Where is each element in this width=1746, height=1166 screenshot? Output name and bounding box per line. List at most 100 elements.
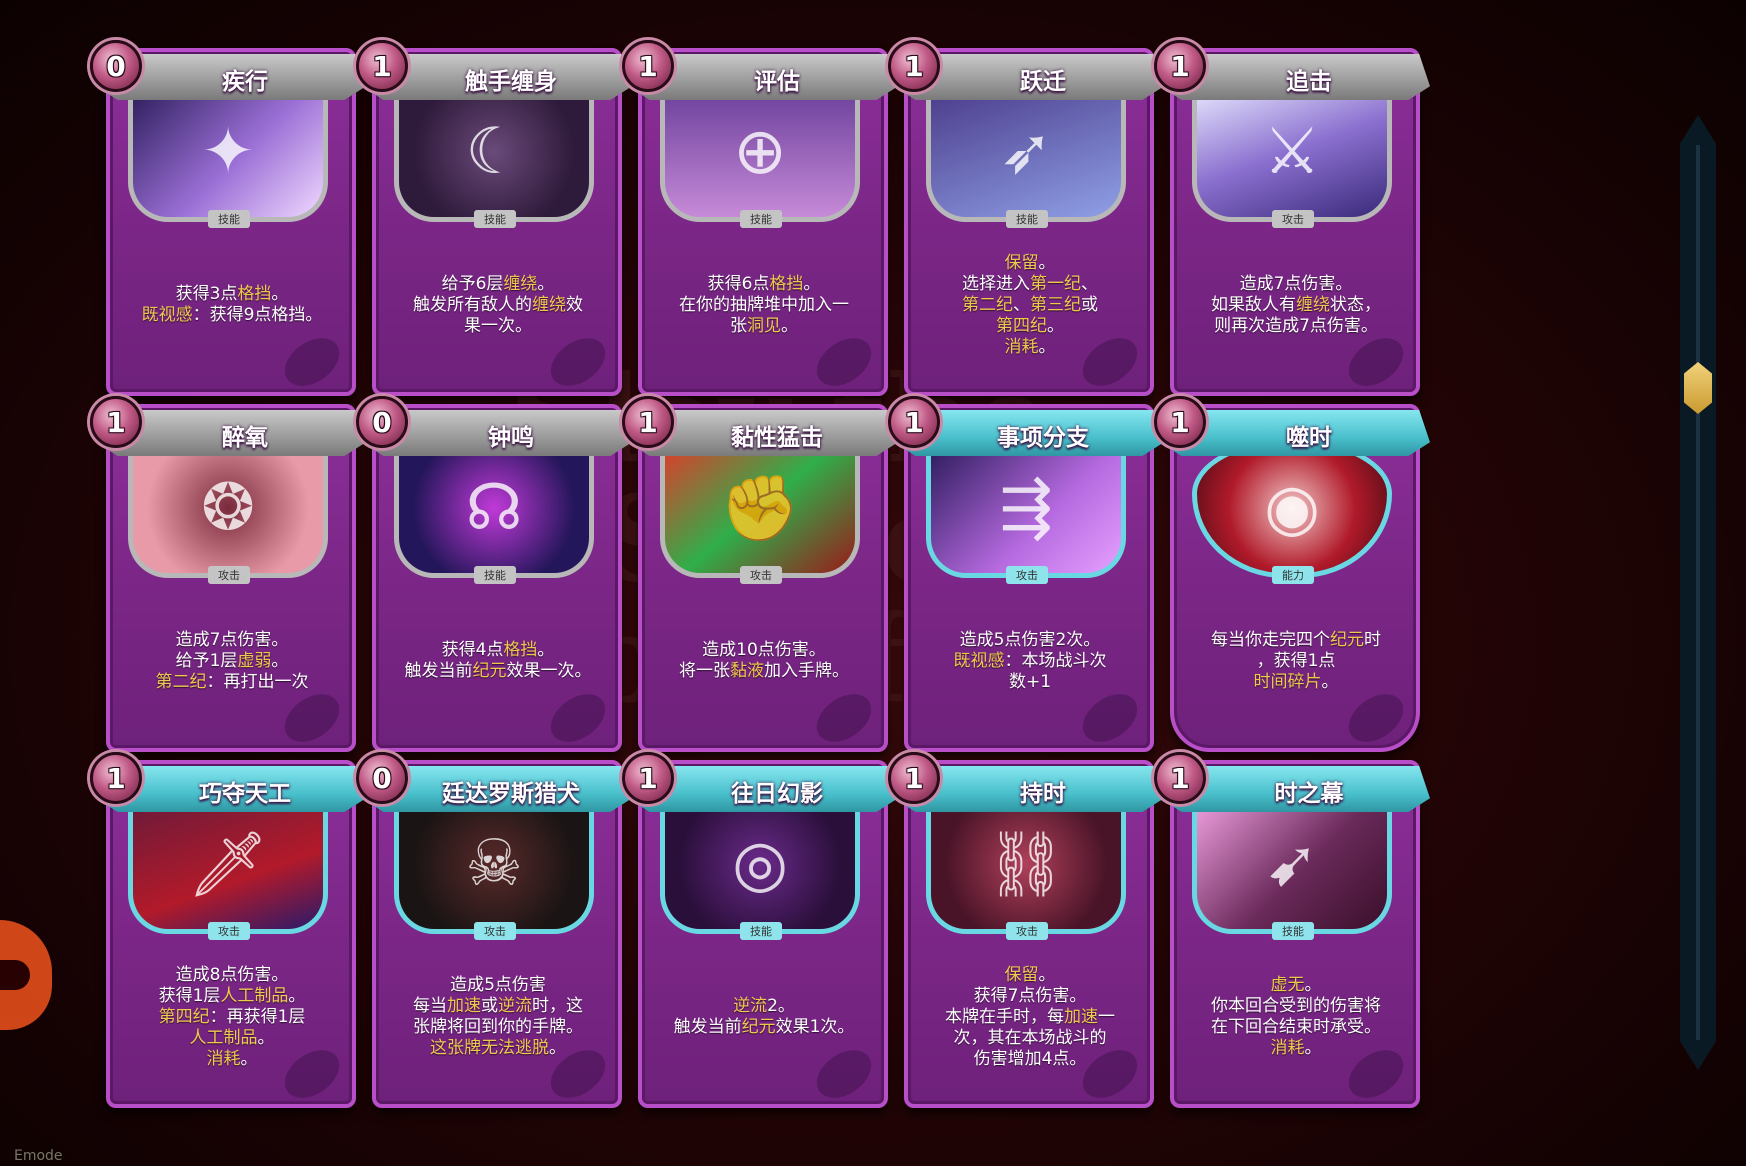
energy-cost-value: 1: [904, 49, 924, 83]
keyword-text: 消耗: [206, 1048, 241, 1069]
description-line: 造成5点伤害: [450, 975, 546, 996]
description-line: 虚无。: [1271, 975, 1322, 996]
description-line: 在你的抽牌堆中加入一: [679, 295, 849, 316]
description-line: 则再次造成7点伤害。: [1214, 316, 1378, 337]
card-art: ✊: [660, 438, 860, 578]
energy-cost-value: 1: [904, 761, 924, 795]
description-line: 获得7点伤害。: [974, 986, 1087, 1007]
card[interactable]: ❂ 醉氧 1 攻击 造成7点伤害。 给予1层虚弱。 第二纪：再打出一次: [90, 396, 366, 756]
energy-cost-orb: 1: [1154, 752, 1206, 804]
description-text: 、: [1013, 294, 1030, 315]
energy-cost-orb: 0: [356, 752, 408, 804]
card-art-leap-icon: ➶: [999, 115, 1053, 189]
description-text: 加入手牌。: [764, 661, 849, 681]
scrollbar-track[interactable]: [1680, 115, 1716, 1070]
description-text: 。: [1038, 336, 1056, 357]
description-text: 造成8点伤害。: [175, 964, 289, 985]
description-line: 给予1层虚弱。: [176, 651, 289, 672]
description-text: 。: [1304, 975, 1322, 995]
card[interactable]: ⇶ 事项分支 1 攻击 造成5点伤害2次。 既视感：本场战斗次 数+1: [888, 396, 1164, 756]
card-description: 获得6点格挡。 在你的抽牌堆中加入一 张洞见。: [644, 240, 884, 370]
description-text: ：再打出一次: [206, 671, 309, 692]
description-text: 。: [1047, 315, 1064, 336]
description-text: 获得7点伤害。: [973, 985, 1087, 1006]
card[interactable]: ⊕ 评估 1 技能 获得6点格挡。 在你的抽牌堆中加入一 张洞见。: [622, 40, 898, 400]
energy-cost-value: 1: [1170, 405, 1190, 439]
background-flame-decoration: [0, 920, 52, 1030]
description-text: 。: [537, 640, 555, 660]
card[interactable]: 🗡 巧夺天工 1 攻击 造成8点伤害。 获得1层人工制品。 第四纪：再获得1层 人工制品。 消耗…: [90, 752, 366, 1112]
description-line: 你本回合受到的伤害将: [1211, 996, 1381, 1017]
card-type-tag: 攻击: [740, 566, 782, 584]
description-text: 。: [257, 1027, 275, 1048]
description-text: 造成5点伤害: [450, 975, 546, 995]
description-text: 一: [1098, 1006, 1115, 1027]
card-name: 往日幻影: [731, 781, 823, 807]
card-name: 噬时: [1286, 425, 1332, 451]
card-description: 造成7点伤害。 如果敌人有缠绕状态， 则再次造成7点伤害。: [1176, 240, 1416, 370]
card-type-tag: 攻击: [1272, 210, 1314, 228]
card-type-tag: 技能: [474, 566, 516, 584]
description-text: 。: [1038, 252, 1056, 273]
description-line: 第四纪。: [996, 316, 1064, 337]
card-description: 每当你走完四个纪元时 ，获得1点 时间碎片。: [1176, 596, 1416, 726]
keyword-text: 第四纪: [996, 315, 1047, 336]
description-text: 获得6点: [707, 273, 770, 294]
description-text: 。: [537, 273, 555, 294]
card-art-chase-icon: ⚔: [1263, 115, 1321, 189]
keyword-text: 虚无: [1270, 975, 1305, 995]
description-text: 次，其在本场战斗的: [953, 1027, 1107, 1048]
description-line: 每当加速或逆流时，这: [413, 996, 583, 1017]
card[interactable]: ✊ 黏性猛击 1 攻击 造成10点伤害。 将一张黏液加入手牌。: [622, 396, 898, 756]
description-text: 效: [566, 294, 583, 315]
card-art: ◉: [1192, 438, 1392, 578]
card[interactable]: ✦ 疾行 0 技能 获得3点格挡。 既视感：获得9点格挡。: [90, 40, 366, 400]
card[interactable]: ◎ 往日幻影 1 技能 逆流2。 触发当前纪元效果1次。: [622, 752, 898, 1112]
description-line: 触发当前纪元效果1次。: [674, 1017, 855, 1038]
description-text: 如果敌人有: [1211, 294, 1296, 315]
keyword-text: 第三纪: [1030, 294, 1081, 315]
card[interactable]: ➹ 时之幕 1 技能 虚无。 你本回合受到的伤害将 在下回合结束时承受。 消耗。: [1154, 752, 1430, 1112]
description-line: 既视感：本场战斗次: [954, 651, 1107, 672]
description-line: 第二纪、第三纪或: [962, 295, 1098, 316]
energy-cost-orb: 1: [888, 40, 940, 92]
card[interactable]: ☊ 钟鸣 0 技能 获得4点格挡。 触发当前纪元效果一次。: [356, 396, 632, 756]
card[interactable]: ➶ 跃迁 1 技能 保留。 选择进入第一纪、 第二纪、第三纪或 第四纪。 消耗。: [888, 40, 1164, 400]
description-line: 第四纪：再获得1层: [159, 1007, 306, 1028]
card-type-tag: 技能: [740, 210, 782, 228]
description-text: 。: [271, 650, 289, 671]
keyword-text: 加速: [447, 996, 481, 1016]
energy-cost-orb: 1: [1154, 396, 1206, 448]
description-line: 获得3点格挡。: [176, 284, 289, 305]
energy-cost-orb: 1: [888, 396, 940, 448]
card-art: ➶: [926, 82, 1126, 222]
energy-cost-value: 1: [106, 761, 126, 795]
description-text: 造成7点伤害。: [175, 629, 289, 650]
card-type-tag: 能力: [1272, 566, 1314, 584]
description-text: 获得1层: [158, 985, 221, 1006]
card-art: ⇶: [926, 438, 1126, 578]
card[interactable]: ⛓ 持时 1 攻击 保留。 获得7点伤害。 本牌在手时，每加速一 次，其在本场战斗的 伤害增加4…: [888, 752, 1164, 1112]
description-text: 每当你走完四个: [1211, 629, 1330, 650]
description-text: 给予6层: [441, 273, 504, 294]
energy-cost-value: 1: [638, 49, 658, 83]
description-text: 。: [288, 985, 306, 1006]
description-line: 触发所有敌人的缠绕效: [413, 295, 583, 316]
keyword-text: 保留: [1004, 252, 1039, 273]
card[interactable]: ☠ 廷达罗斯猎犬 0 攻击 造成5点伤害 每当加速或逆流时，这 张牌将回到你的手牌。 这张牌无…: [356, 752, 632, 1112]
card[interactable]: ⚔ 追击 1 攻击 造成7点伤害。 如果敌人有缠绕状态， 则再次造成7点伤害。: [1154, 40, 1430, 400]
card-name: 触手缠身: [465, 69, 557, 95]
description-text: 。: [240, 1048, 258, 1069]
card-name: 廷达罗斯猎犬: [442, 781, 580, 807]
energy-cost-value: 1: [904, 405, 924, 439]
energy-cost-value: 0: [372, 405, 392, 439]
energy-cost-value: 1: [1170, 49, 1190, 83]
card-type-tag: 技能: [1272, 922, 1314, 940]
card-name: 醉氧: [222, 425, 268, 451]
energy-cost-orb: 1: [622, 752, 674, 804]
card[interactable]: ☾ 触手缠身 1 技能 给予6层缠绕。 触发所有敌人的缠绕效 果一次。: [356, 40, 632, 400]
card[interactable]: ◉ 噬时 1 能力每当你走完四个纪元时 ，获得1点 时间碎片。: [1154, 396, 1430, 756]
energy-cost-value: 1: [372, 49, 392, 83]
keyword-text: 人工制品: [189, 1027, 258, 1048]
description-text: 状态，: [1330, 294, 1381, 315]
